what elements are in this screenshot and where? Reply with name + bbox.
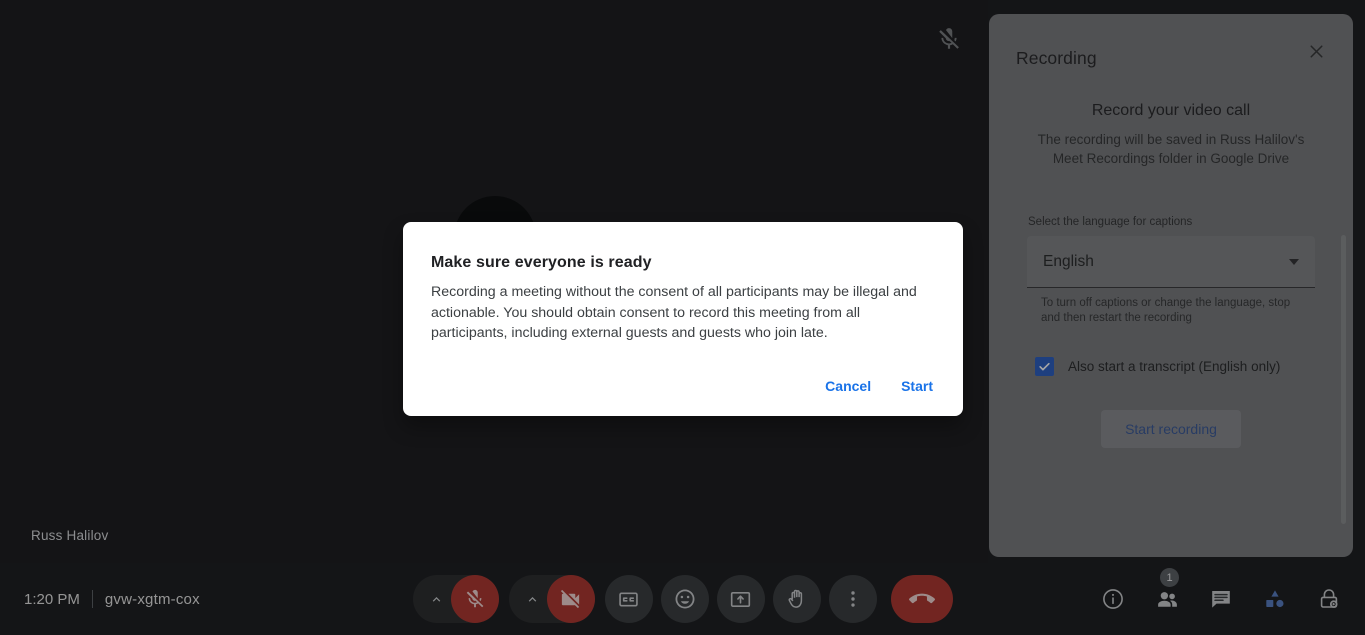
host-controls-button[interactable] [1309, 579, 1349, 619]
meeting-info: 1:20 PM gvw-xgtm-cox [24, 590, 200, 608]
reactions-button[interactable] [660, 575, 709, 623]
raise-hand-button[interactable] [772, 575, 821, 623]
check-icon [1035, 357, 1054, 376]
dialog-title: Make sure everyone is ready [431, 254, 652, 271]
present-now-button[interactable] [716, 575, 765, 623]
chevron-up-icon[interactable] [429, 591, 445, 607]
panel-scrollbar-track[interactable] [1341, 24, 1350, 547]
panel-heading: Record your video call [1091, 102, 1251, 119]
panel-body: Record your video call The recording wil… [989, 102, 1353, 448]
leave-call-button[interactable] [890, 575, 953, 623]
chevron-up-icon[interactable] [525, 591, 541, 607]
cancel-button[interactable]: Cancel [813, 368, 883, 404]
caption-language-value: English [1043, 252, 1094, 270]
clock-time: 1:20 PM [24, 590, 80, 608]
close-icon[interactable] [1300, 35, 1332, 67]
panel-scrollbar-thumb[interactable] [1341, 235, 1346, 524]
bottom-control-bar: 1:20 PM gvw-xgtm-cox 1 [0, 563, 1365, 635]
recording-side-panel: Recording Record your video call The rec… [989, 14, 1353, 557]
call-controls [412, 575, 953, 623]
start-button[interactable]: Start [889, 368, 945, 404]
activities-button[interactable] [1255, 579, 1295, 619]
more-options-button[interactable] [828, 575, 877, 623]
google-meet-app: Russ Halilov 1:20 PM gvw-xgtm-cox 1 Reco… [0, 0, 1365, 635]
chevron-down-icon [1289, 258, 1299, 265]
transcript-checkbox-label: Also start a transcript (English only) [1068, 359, 1281, 374]
dialog-body-text: Recording a meeting without the consent … [431, 284, 917, 341]
caption-language-select[interactable]: English [1027, 236, 1315, 288]
panel-subtitle: The recording will be saved in Russ Hali… [1037, 132, 1305, 166]
divider [91, 590, 93, 608]
right-control-group: 1 [1093, 568, 1349, 619]
people-button[interactable]: 1 [1147, 568, 1187, 619]
meeting-code: gvw-xgtm-cox [104, 590, 200, 608]
meeting-details-button[interactable] [1093, 579, 1133, 619]
chat-button[interactable] [1201, 579, 1241, 619]
people-count-badge: 1 [1160, 568, 1179, 587]
captions-toggle[interactable] [604, 575, 653, 623]
panel-title: Recording [1016, 48, 1097, 68]
camera-toggle[interactable] [546, 575, 595, 623]
camera-control-group [508, 575, 595, 623]
panel-header: Recording [989, 14, 1353, 80]
caption-language-help-text: To turn off captions or change the langu… [1041, 297, 1291, 324]
start-recording-button[interactable]: Start recording [1101, 410, 1241, 448]
microphone-control-group [412, 575, 499, 623]
participant-name-label: Russ Halilov [31, 528, 109, 543]
transcript-checkbox-row[interactable]: Also start a transcript (English only) [1027, 357, 1315, 376]
dialog-actions: Cancel Start [813, 368, 945, 404]
caption-language-label: Select the language for captions [1028, 216, 1193, 228]
mic-off-icon [936, 26, 962, 52]
start-recording-row: Start recording [1027, 410, 1315, 448]
recording-consent-dialog: Make sure everyone is ready Recording a … [403, 222, 963, 416]
microphone-toggle[interactable] [450, 575, 499, 623]
